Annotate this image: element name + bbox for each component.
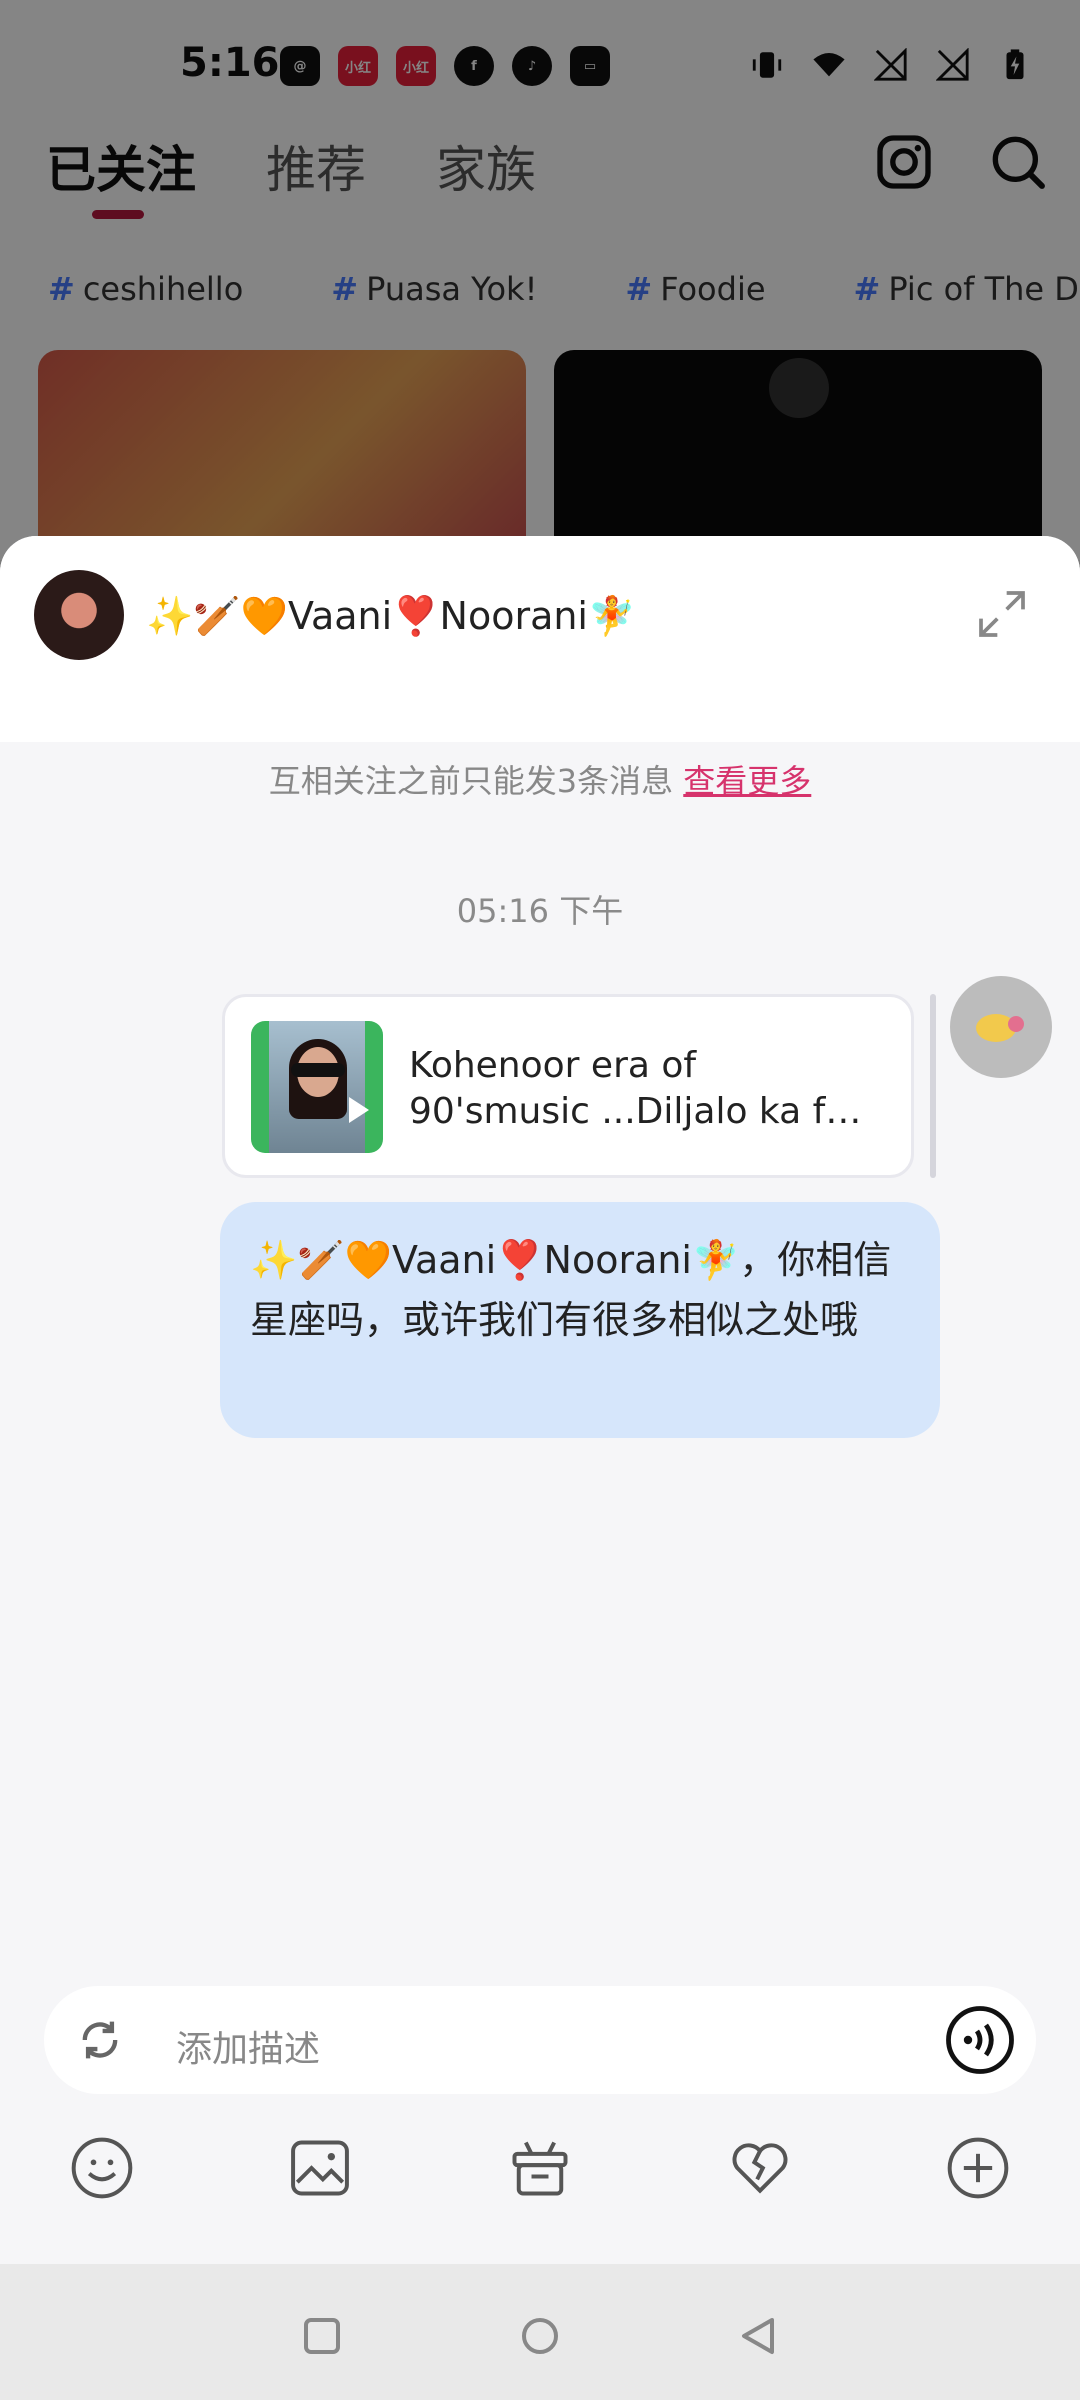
my-avatar[interactable] — [950, 976, 1052, 1078]
contact-name: ✨🏏🧡Vaani❣️Noorani🧚 — [146, 594, 636, 638]
image-icon[interactable] — [286, 2134, 354, 2202]
message-limit-notice: 互相关注之前只能发3条消息 查看更多 — [0, 756, 1080, 802]
gift-icon[interactable] — [506, 2134, 574, 2202]
shared-title-line1: Kohenoor era of — [409, 1045, 697, 1086]
recents-icon[interactable] — [298, 2312, 346, 2360]
shared-video-card[interactable]: Kohenoor era of 90'smusic ...Diljalo ka … — [222, 994, 914, 1178]
system-navigation-bar — [0, 2264, 1080, 2400]
back-icon[interactable] — [734, 2312, 782, 2360]
message-timestamp: 05:16 下午 — [456, 892, 624, 930]
chat-header: ✨🏏🧡Vaani❣️Noorani🧚 — [0, 536, 1080, 742]
voice-icon[interactable] — [944, 2004, 1016, 2076]
shared-title-line2: 90'smusic ...Diljalo ka fav... — [409, 1091, 879, 1132]
card-edge — [930, 994, 936, 1178]
sent-message-bubble[interactable]: ✨🏏🧡Vaani❣️Noorani🧚，你相信星座吗，或许我们有很多相似之处哦 — [220, 1202, 940, 1438]
scrim-overlay[interactable] — [0, 0, 1080, 560]
contact-avatar[interactable] — [34, 570, 124, 660]
refresh-icon[interactable] — [74, 2014, 126, 2066]
message-input[interactable]: 添加描述 — [176, 2020, 320, 2072]
see-more-link[interactable]: 查看更多 — [683, 762, 811, 800]
home-icon[interactable] — [516, 2312, 564, 2360]
plus-icon[interactable] — [944, 2134, 1012, 2202]
message-input-bar: 添加描述 — [44, 1986, 1036, 2094]
expand-icon[interactable] — [974, 586, 1030, 642]
emoji-icon[interactable] — [68, 2134, 136, 2202]
notice-text: 互相关注之前只能发3条消息 — [268, 762, 674, 800]
heart-break-icon[interactable] — [726, 2134, 794, 2202]
play-icon — [349, 1097, 369, 1123]
chat-toolbar — [0, 2134, 1080, 2214]
shared-video-title: Kohenoor era of 90'smusic ...Diljalo ka … — [409, 1043, 879, 1135]
video-thumbnail — [251, 1021, 383, 1153]
chat-sheet: ✨🏏🧡Vaani❣️Noorani🧚 互相关注之前只能发3条消息 查看更多 05… — [0, 536, 1080, 2264]
